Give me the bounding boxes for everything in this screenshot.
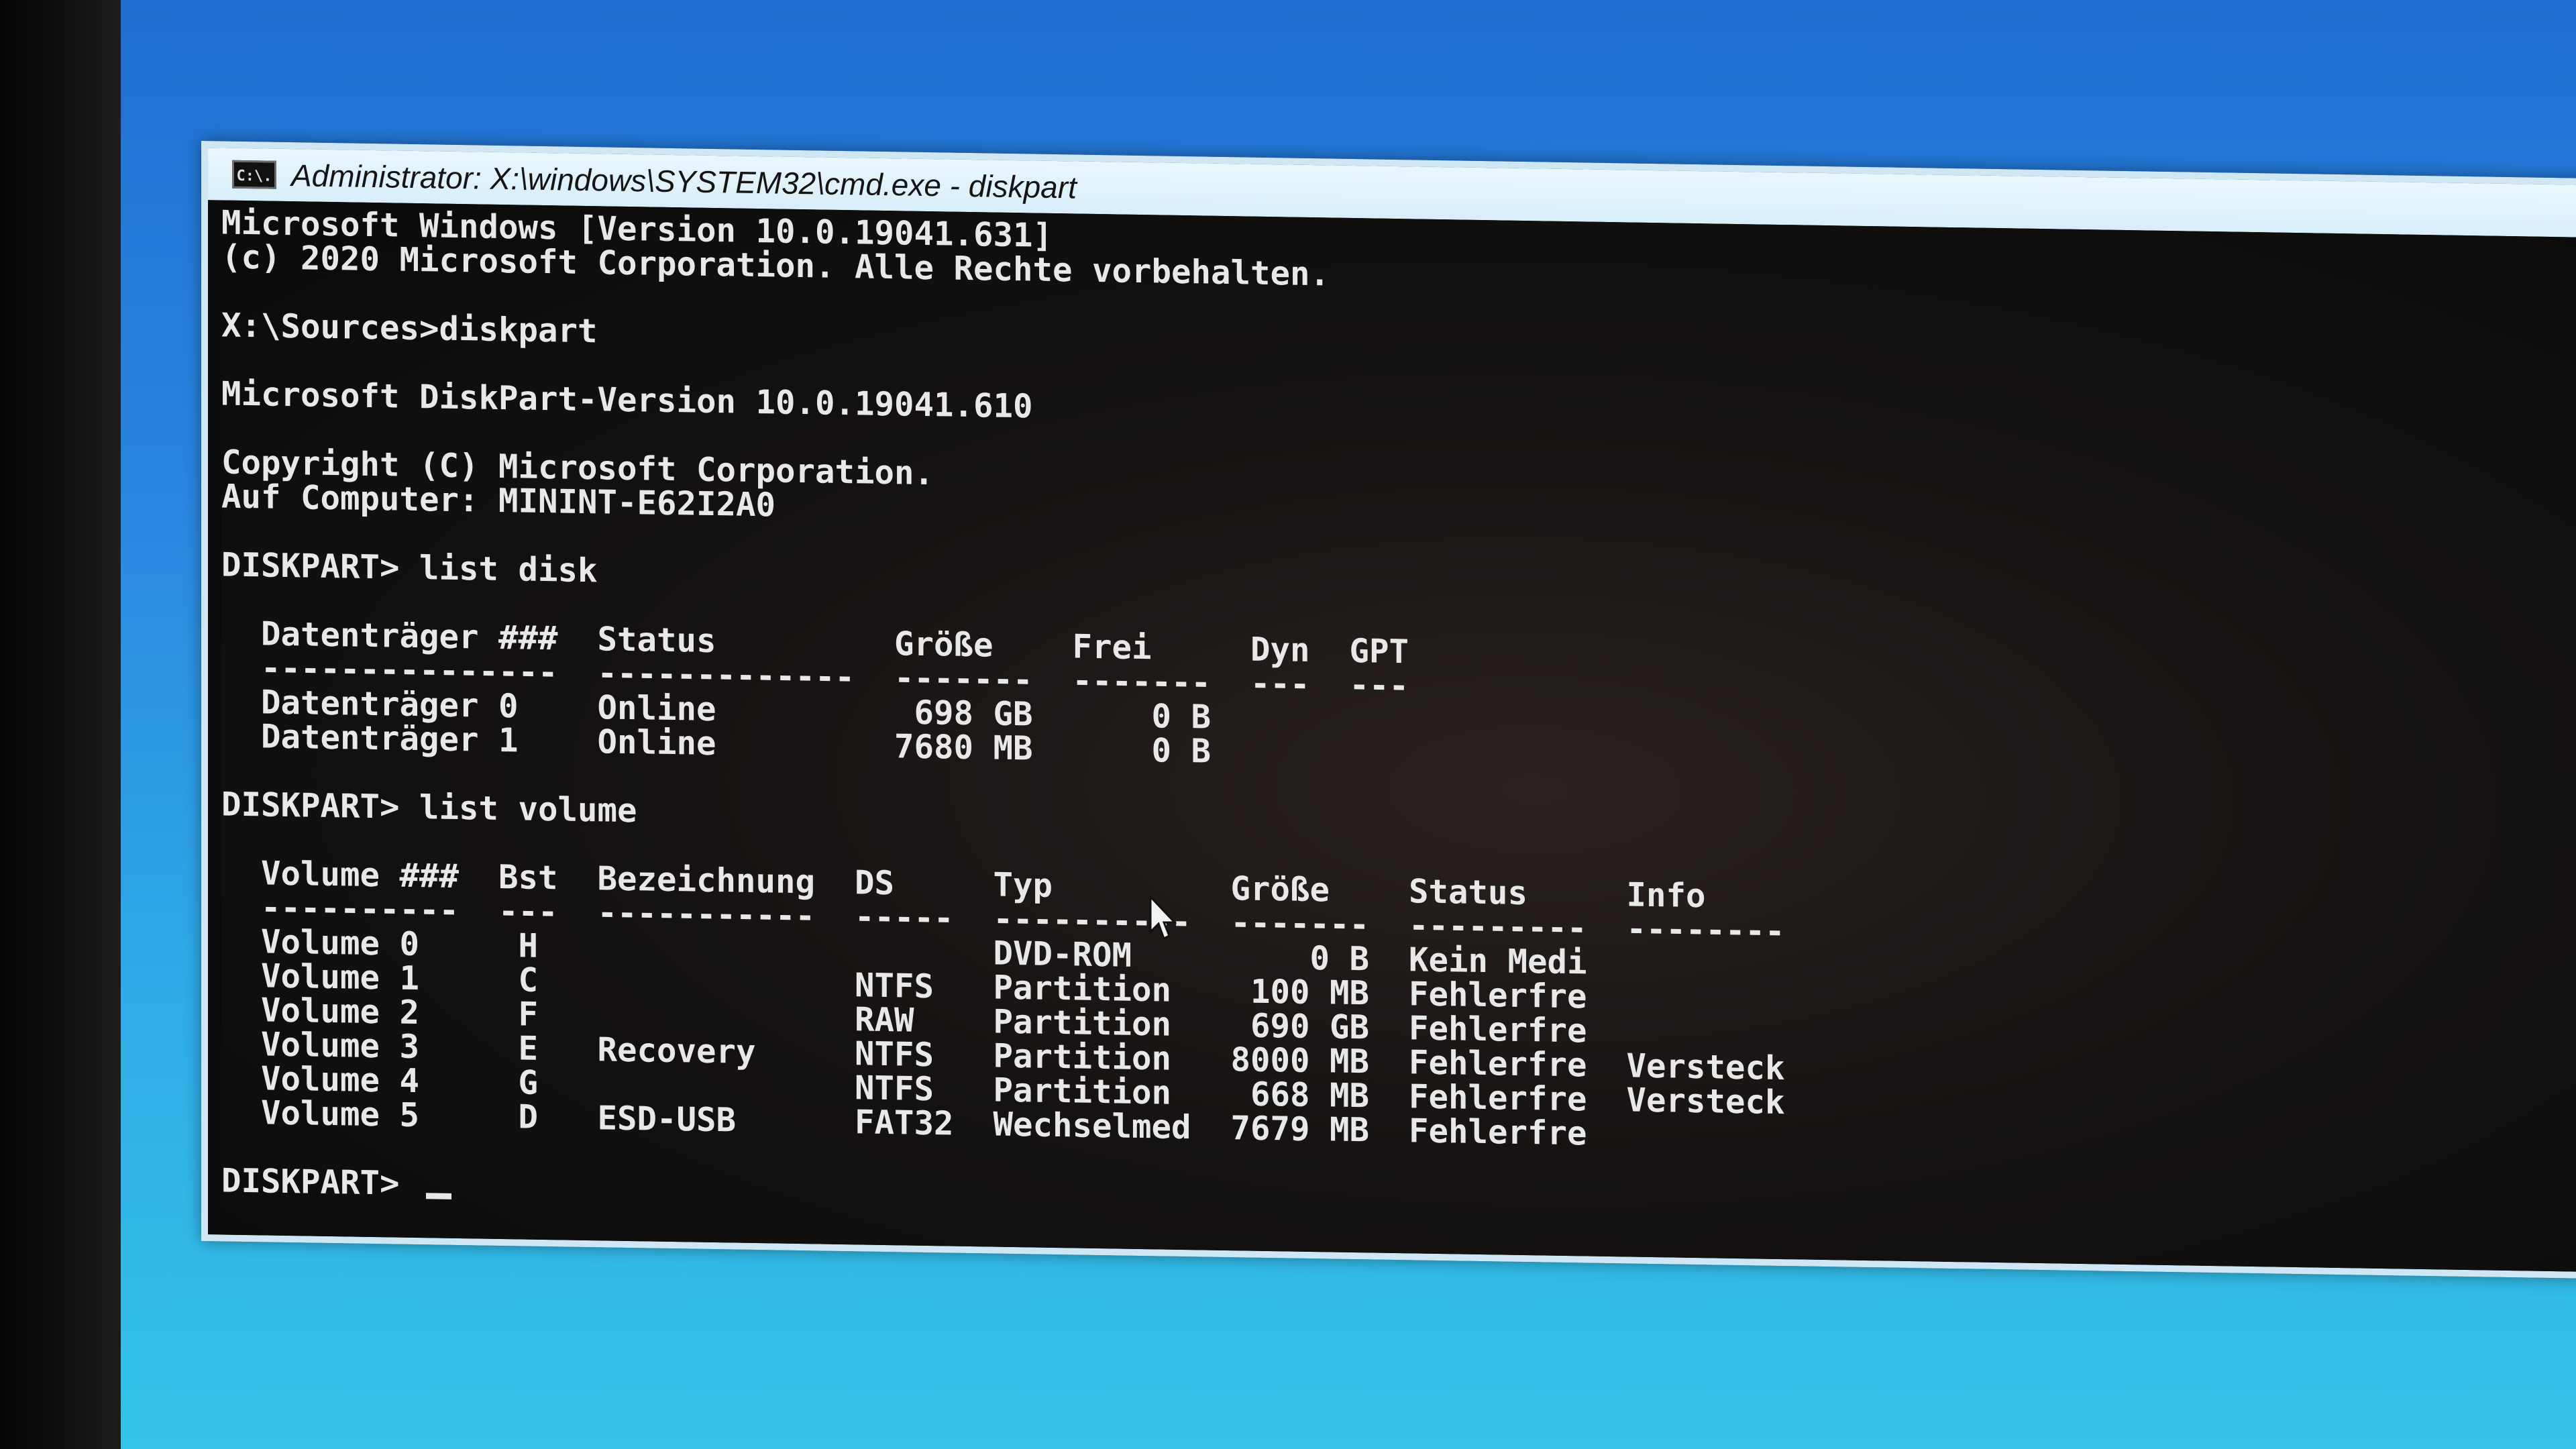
desktop: C:\. Administrator: X:\windows\SYSTEM32\… — [0, 0, 2576, 1449]
cmd-icon: C:\. — [232, 160, 276, 189]
text-cursor — [426, 1193, 452, 1199]
monitor-bezel — [0, 0, 121, 1449]
console-output[interactable]: Microsoft Windows [Version 10.0.19041.63… — [221, 200, 2576, 1273]
window-title: Administrator: X:\windows\SYSTEM32\cmd.e… — [291, 158, 1077, 205]
command-prompt: DISKPART> — [221, 1161, 420, 1203]
cmd-window[interactable]: C:\. Administrator: X:\windows\SYSTEM32\… — [201, 141, 2576, 1279]
